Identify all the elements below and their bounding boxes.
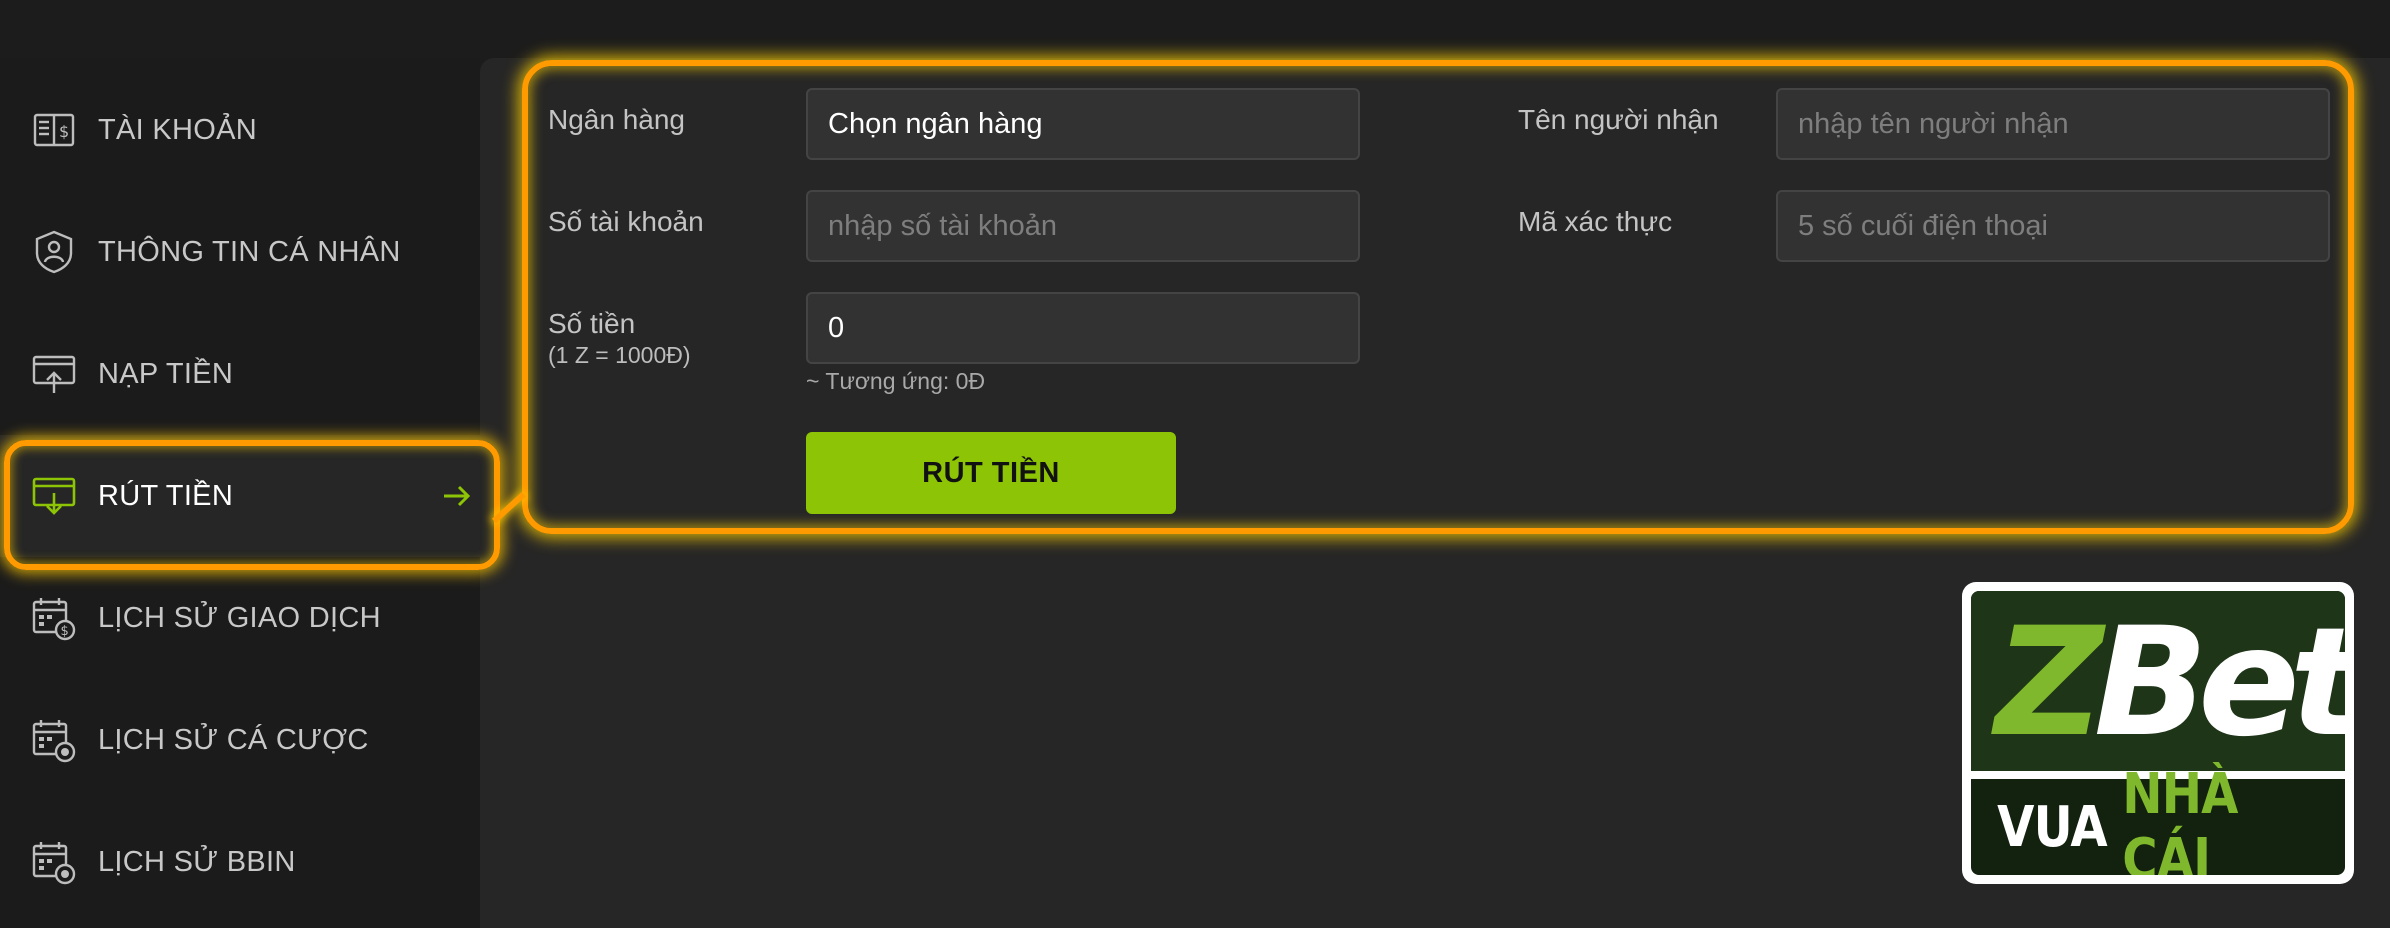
amount-label: Số tiền bbox=[548, 308, 636, 339]
account-field-wrapper bbox=[806, 190, 1360, 262]
logo-z: Z bbox=[1995, 596, 2104, 770]
arrow-right-icon bbox=[444, 485, 471, 507]
sidebar-item-withdraw[interactable]: RÚT TIỀN bbox=[0, 435, 480, 557]
logo-tagline: VUA NHÀ CÁI bbox=[1997, 762, 2319, 875]
withdraw-icon bbox=[30, 472, 78, 520]
user-shield-icon bbox=[30, 228, 78, 276]
amount-sublabel: (1 Z = 1000Đ) bbox=[548, 342, 691, 368]
sidebar-item-bbin-history[interactable]: LỊCH SỬ BBIN bbox=[0, 801, 480, 923]
zbet-logo: ZBet VUA NHÀ CÁI bbox=[1962, 582, 2354, 884]
withdraw-submit-button[interactable]: RÚT TIỀN bbox=[806, 432, 1176, 514]
bank-select-value: Chọn ngân hàng bbox=[828, 107, 1043, 140]
sidebar-item-account[interactable]: $ TÀI KHOẢN bbox=[0, 69, 480, 191]
logo-tagline-green: NHÀ CÁI bbox=[2122, 762, 2238, 875]
bank-select[interactable]: Chọn ngân hàng bbox=[806, 88, 1360, 160]
logo-bet: Bet bbox=[2093, 596, 2345, 770]
calendar-dollar-icon: $ bbox=[30, 594, 78, 642]
svg-text:$: $ bbox=[59, 122, 69, 141]
calendar-bet-icon bbox=[30, 716, 78, 764]
amount-input[interactable] bbox=[828, 311, 1338, 345]
account-number-label: Số tài khoản bbox=[548, 206, 704, 237]
sidebar-item-label: LỊCH SỬ CÁ CƯỢC bbox=[98, 723, 369, 756]
sidebar-item-bet-history[interactable]: LỊCH SỬ CÁ CƯỢC bbox=[0, 679, 480, 801]
logo-wordmark: ZBet bbox=[1995, 603, 2345, 763]
logo-tagline-white: VUA bbox=[1997, 794, 2107, 860]
logo-inner: ZBet VUA NHÀ CÁI bbox=[1971, 591, 2345, 875]
sidebar-item-label: RÚT TIỀN bbox=[98, 479, 234, 512]
calendar-bbin-icon bbox=[30, 838, 78, 886]
sidebar-item-personal-info[interactable]: THÔNG TIN CÁ NHÂN bbox=[0, 191, 480, 313]
svg-text:$: $ bbox=[61, 624, 69, 639]
account-number-input[interactable] bbox=[828, 209, 1338, 243]
recipient-field-wrapper bbox=[1776, 88, 2330, 160]
app-root: $ TÀI KHOẢN THÔNG TIN CÁ NHÂN NẠP TIỀN R… bbox=[0, 0, 2390, 928]
deposit-icon bbox=[30, 350, 78, 398]
amount-field-wrapper bbox=[806, 292, 1360, 364]
account-book-icon: $ bbox=[30, 106, 78, 154]
recipient-input[interactable] bbox=[1798, 107, 2308, 141]
sidebar-item-label: LỊCH SỬ GIAO DỊCH bbox=[98, 601, 381, 634]
recipient-label: Tên người nhận bbox=[1518, 104, 1719, 135]
amount-hint: ~ Tương ứng: 0Đ bbox=[806, 368, 986, 394]
sidebar: $ TÀI KHOẢN THÔNG TIN CÁ NHÂN NẠP TIỀN R… bbox=[0, 58, 480, 928]
sidebar-item-transaction-history[interactable]: $ LỊCH SỬ GIAO DỊCH bbox=[0, 557, 480, 679]
sidebar-item-label: LỊCH SỬ BBIN bbox=[98, 845, 296, 878]
verify-code-input[interactable] bbox=[1798, 209, 2308, 243]
bank-label: Ngân hàng bbox=[548, 104, 686, 135]
verify-code-label: Mã xác thực bbox=[1518, 206, 1673, 237]
sidebar-item-deposit[interactable]: NẠP TIỀN bbox=[0, 313, 480, 435]
sidebar-item-label: NẠP TIỀN bbox=[98, 357, 234, 390]
sidebar-item-label: THÔNG TIN CÁ NHÂN bbox=[98, 235, 401, 268]
sidebar-item-label: TÀI KHOẢN bbox=[98, 113, 257, 146]
verify-field-wrapper bbox=[1776, 190, 2330, 262]
